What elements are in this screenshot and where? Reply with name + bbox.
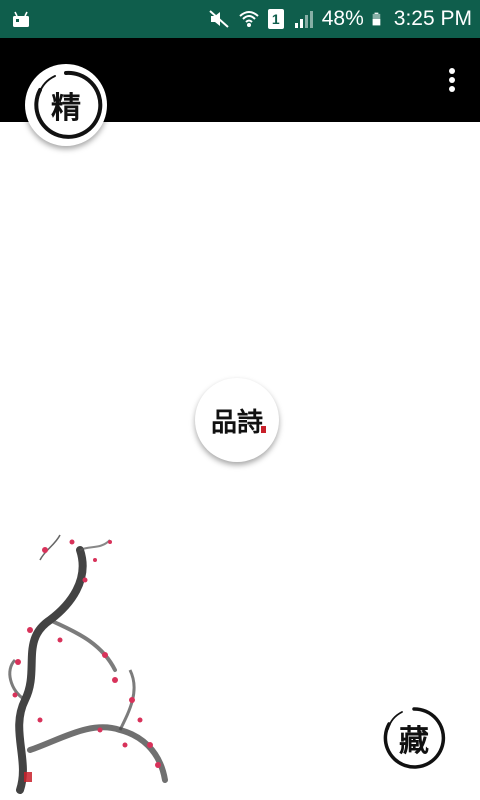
signal-icon — [294, 11, 313, 28]
android-notification-icon — [13, 11, 29, 27]
collection-char: 藏 — [399, 724, 429, 759]
battery-percent: 48% — [321, 7, 364, 30]
overflow-menu-icon[interactable] — [446, 68, 458, 94]
status-bar: 1 48% 3:25 PM — [0, 0, 480, 38]
sim-1-icon: 1 — [267, 9, 284, 29]
logo-seal-button[interactable]: 精 — [25, 64, 107, 146]
red-stamp-icon — [261, 426, 266, 433]
plum-blossom-branch-image — [8, 534, 168, 794]
collection-seal-button[interactable]: 藏 — [380, 704, 448, 772]
clock: 3:25 PM — [393, 7, 472, 30]
wifi-icon — [239, 11, 259, 27]
logo-char: 精 — [51, 91, 81, 126]
poetry-button[interactable]: 品詩 — [195, 378, 279, 462]
battery-icon — [372, 12, 381, 26]
mute-icon — [209, 10, 229, 28]
sim-slot-label: 1 — [271, 11, 280, 27]
